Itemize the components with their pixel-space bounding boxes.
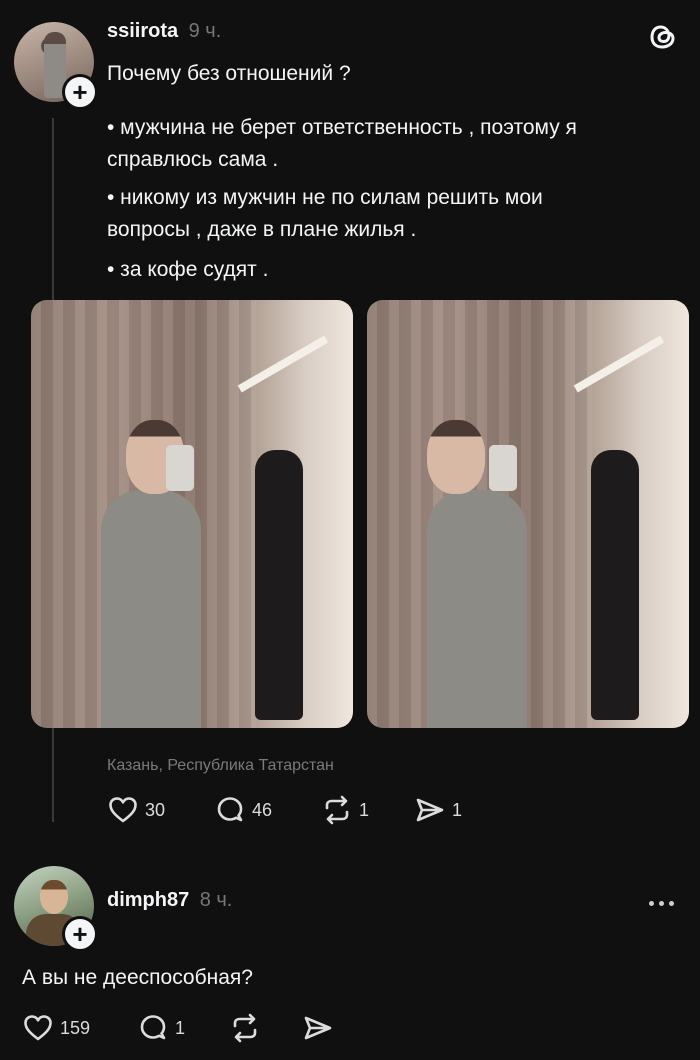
send-icon	[302, 1012, 334, 1044]
comment-button[interactable]: 46	[214, 794, 272, 826]
comment-button[interactable]: 1	[137, 1012, 185, 1044]
post-text-line: • никому из мужчин не по силам решить мо…	[107, 186, 543, 209]
location[interactable]: Казань, Республика Татарстан	[107, 757, 334, 775]
post-text-line: Почему без отношений ?	[107, 62, 351, 85]
like-button[interactable]: 30	[107, 794, 165, 826]
send-icon	[414, 794, 446, 826]
post-photo[interactable]	[367, 300, 689, 728]
heart-icon	[22, 1012, 54, 1044]
like-count: 30	[145, 799, 166, 820]
share-button[interactable]	[302, 1012, 334, 1044]
follow-plus-icon[interactable]: +	[62, 74, 98, 110]
heart-icon	[107, 794, 139, 826]
timestamp: 9 ч.	[188, 20, 222, 42]
post-text-line: справлюсь сама .	[107, 148, 279, 171]
like-button[interactable]: 159	[22, 1012, 90, 1044]
repost-icon	[321, 794, 353, 826]
threads-logo-icon[interactable]	[646, 20, 680, 54]
post-header: ssiirota 9 ч.	[107, 20, 221, 43]
comment-count: 46	[252, 799, 273, 820]
timestamp: 8 ч.	[199, 889, 233, 911]
repost-icon	[229, 1012, 261, 1044]
like-count: 159	[60, 1017, 91, 1038]
share-button[interactable]: 1	[414, 794, 462, 826]
more-dots-icon[interactable]	[649, 901, 674, 906]
comment-bubble-icon	[137, 1012, 169, 1044]
comment-bubble-icon	[214, 794, 246, 826]
post-text-line: • мужчина не берет ответственность , поэ…	[107, 116, 577, 139]
share-count: 1	[452, 799, 463, 820]
follow-plus-icon[interactable]: +	[62, 916, 98, 952]
reply-header: dimph87 8 ч.	[107, 889, 232, 912]
post-photo[interactable]	[31, 300, 353, 728]
reply-text: А вы не дееспособная?	[22, 966, 253, 989]
repost-count: 1	[359, 799, 370, 820]
post-text-line: • за кофе судят .	[107, 258, 269, 281]
post-text-line: вопросы , даже в плане жилья .	[107, 218, 417, 241]
repost-button[interactable]	[229, 1012, 261, 1044]
username[interactable]: ssiirota	[107, 20, 178, 42]
repost-button[interactable]: 1	[321, 794, 369, 826]
comment-count: 1	[175, 1017, 186, 1038]
username[interactable]: dimph87	[107, 889, 189, 911]
